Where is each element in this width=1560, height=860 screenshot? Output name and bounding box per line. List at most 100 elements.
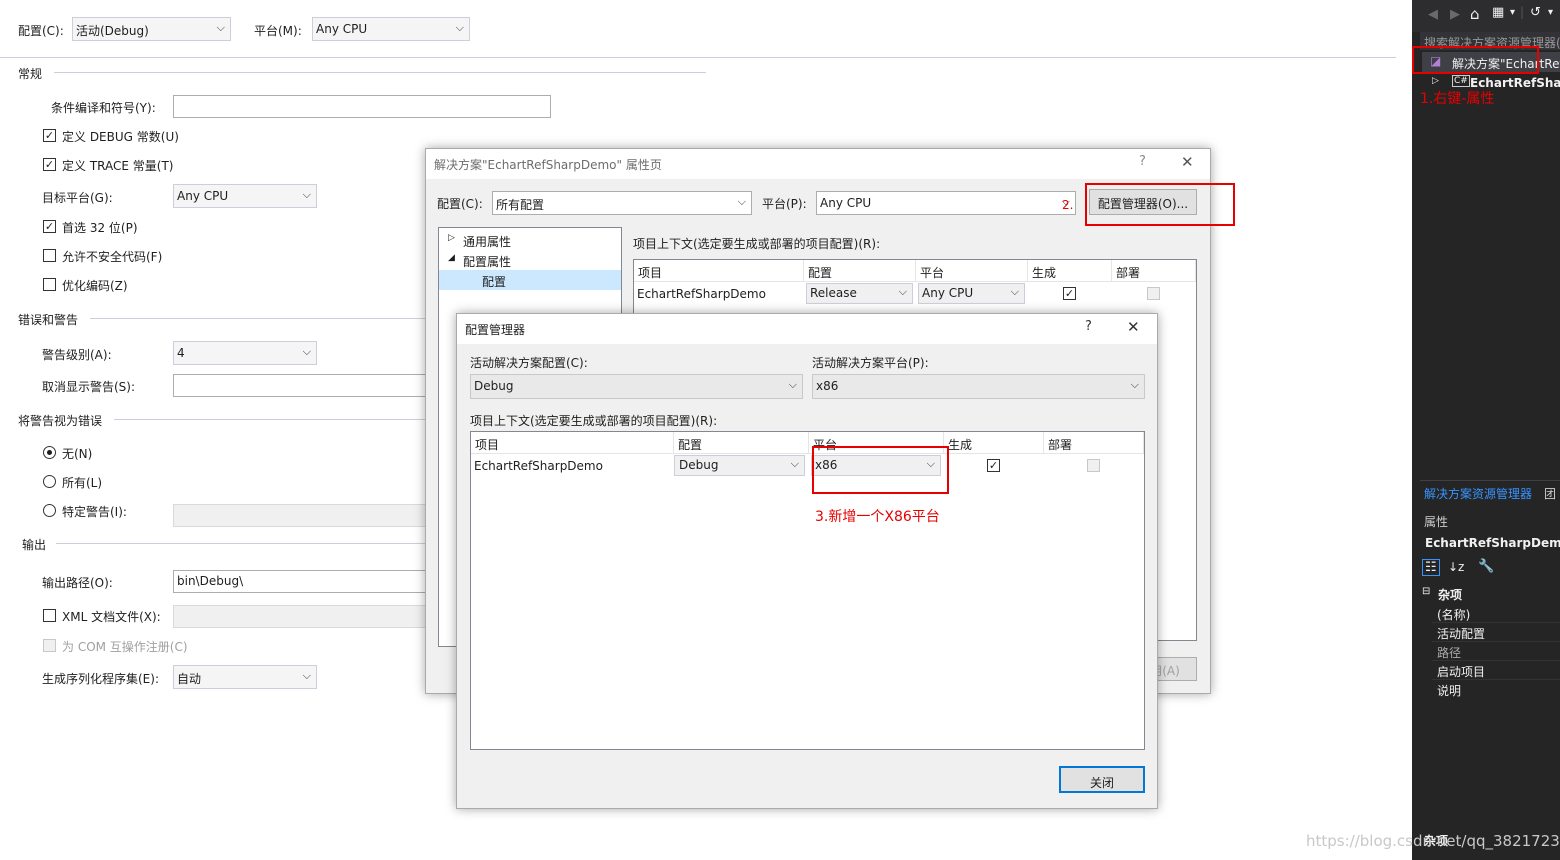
target-platform-combo[interactable]: Any CPU ⌵ (173, 184, 317, 208)
tree-item-common[interactable]: ▷ 通用属性 (439, 230, 621, 250)
com-interop-label: 为 COM 互操作注册(C) (62, 640, 188, 654)
cm-row-build-checkbox[interactable]: ✓ (987, 459, 1000, 472)
forward-icon[interactable]: ▶ (1450, 7, 1460, 22)
property-row[interactable]: 路径 (1432, 642, 1560, 661)
specific-warnings-input (173, 504, 433, 527)
section-output: 输出 (22, 538, 47, 552)
platform-combo[interactable]: Any CPU ⌵ (312, 17, 470, 41)
help-button[interactable]: ? (1139, 154, 1146, 169)
serialization-combo[interactable]: 自动 ⌵ (173, 665, 317, 689)
chevron-down-icon: ⌵ (1130, 378, 1139, 391)
back-icon[interactable]: ◀ (1428, 7, 1438, 22)
radio-none[interactable] (43, 446, 56, 459)
unsafe-code-checkbox[interactable] (43, 249, 56, 262)
properties-category: 杂项 (1438, 588, 1463, 602)
annotation-box-solution (1412, 46, 1539, 74)
define-debug-checkbox[interactable]: ✓ (43, 129, 56, 142)
radio-all[interactable] (43, 475, 56, 488)
col-header-config[interactable]: 配置 (804, 260, 916, 282)
history-icon[interactable]: ↺ (1530, 5, 1541, 20)
cm-row-config-value: Debug (679, 458, 719, 472)
property-row[interactable]: 活动配置 (1432, 623, 1560, 642)
cm-context-label: 项目上下文(选定要生成或部署的项目配置)(R): (470, 414, 718, 428)
active-config-combo[interactable]: Debug ⌵ (470, 374, 803, 399)
xml-doc-checkbox[interactable] (43, 609, 56, 622)
divider (0, 57, 1396, 58)
row-deploy-checkbox[interactable] (1147, 287, 1160, 300)
cm-col-build[interactable]: 生成 (944, 432, 1044, 454)
optimize-checkbox[interactable] (43, 278, 56, 291)
chevron-down-icon[interactable]: ▾ (1548, 7, 1553, 18)
alphabetical-icon[interactable]: ↓z (1448, 560, 1464, 574)
categorized-icon[interactable]: ☷ (1422, 559, 1440, 576)
property-name: 路径 (1437, 646, 1462, 660)
expand-arrow-icon: ▷ (448, 233, 455, 243)
expand-arrow-icon[interactable]: ▷ (1432, 76, 1439, 86)
chevron-down-icon: ⌵ (455, 21, 464, 34)
dialog-config-combo[interactable]: 所有配置 ⌵ (492, 191, 752, 215)
tree-item-config-props[interactable]: ◢ 配置属性 (439, 250, 621, 270)
row-platform-value: Any CPU (922, 286, 974, 300)
xml-doc-input (173, 605, 433, 628)
chevron-down-icon: ⌵ (302, 669, 311, 682)
cm-close-icon[interactable]: ✕ (1127, 318, 1140, 336)
chevron-down-icon[interactable]: ▾ (1510, 7, 1515, 18)
close-button[interactable]: ✕ (1181, 153, 1194, 171)
warning-level-combo[interactable]: 4 ⌵ (173, 341, 317, 365)
chevron-down-icon: ⌵ (302, 188, 311, 201)
cm-row-config-combo[interactable]: Debug ⌵ (674, 455, 805, 476)
radio-specific-label: 特定警告(I): (62, 505, 127, 519)
target-platform-label: 目标平台(G): (42, 191, 113, 205)
output-path-input[interactable]: bin\Debug\ (173, 570, 433, 593)
collapse-category-icon[interactable]: ⊟ (1422, 586, 1430, 597)
platform-combo-value: Any CPU (316, 22, 368, 36)
col-header-project[interactable]: 项目 (634, 260, 804, 282)
define-trace-checkbox[interactable]: ✓ (43, 158, 56, 171)
property-pages-icon[interactable]: 🔧 (1478, 559, 1494, 574)
divider (56, 543, 430, 544)
cm-col-project[interactable]: 项目 (471, 432, 674, 454)
chevron-down-icon: ⌵ (1010, 285, 1019, 298)
unsafe-code-label: 允许不安全代码(F) (62, 250, 163, 264)
col-header-build[interactable]: 生成 (1028, 260, 1112, 282)
dialog-platform-label: 平台(P): (762, 197, 807, 211)
property-row[interactable]: (名称) (1432, 604, 1560, 623)
cond-symbols-input[interactable] (173, 95, 551, 118)
active-config-value: Debug (474, 379, 514, 393)
row-config-combo[interactable]: Release ⌵ (806, 283, 913, 304)
active-platform-combo[interactable]: x86 ⌵ (812, 374, 1145, 399)
prefer32-checkbox[interactable]: ✓ (43, 220, 56, 233)
tab-team-explorer[interactable]: 团 (1544, 485, 1556, 502)
dialog-titlebar: 解决方案"EchartRefSharpDemo" 属性页 ? ✕ (426, 149, 1210, 179)
dialog-platform-combo[interactable]: Any CPU ⌵ (816, 191, 1076, 215)
cm-col-config[interactable]: 配置 (674, 432, 809, 454)
chevron-down-icon: ⌵ (898, 285, 907, 298)
section-general: 常规 (18, 67, 43, 81)
platform-label: 平台(M): (254, 24, 302, 38)
row-project-name: EchartRefSharpDemo (637, 287, 766, 301)
config-combo[interactable]: 活动(Debug) ⌵ (72, 17, 231, 41)
warning-level-label: 警告级别(A): (42, 348, 112, 362)
tree-item-common-label: 通用属性 (463, 235, 512, 249)
cm-col-deploy[interactable]: 部署 (1044, 432, 1144, 454)
tree-item-config[interactable]: 配置 (439, 270, 621, 290)
xml-doc-label: XML 文档文件(X): (62, 610, 161, 624)
home-icon[interactable]: ⌂ (1470, 5, 1480, 23)
chevron-down-icon: ⌵ (737, 195, 746, 208)
col-header-deploy[interactable]: 部署 (1112, 260, 1196, 282)
close-button[interactable]: 关闭 (1059, 766, 1145, 793)
row-platform-combo[interactable]: Any CPU ⌵ (918, 283, 1025, 304)
suppress-warnings-label: 取消显示警告(S): (42, 380, 136, 394)
cm-row-project-name: EchartRefSharpDemo (474, 459, 603, 473)
cm-row-deploy-checkbox[interactable] (1087, 459, 1100, 472)
property-row[interactable]: 说明 (1432, 680, 1560, 699)
tab-solution-explorer[interactable]: 解决方案资源管理器 (1424, 485, 1532, 502)
suppress-warnings-input[interactable] (173, 374, 433, 397)
radio-specific[interactable] (43, 504, 56, 517)
cm-help-button[interactable]: ? (1085, 319, 1092, 334)
col-header-platform[interactable]: 平台 (916, 260, 1028, 282)
property-row[interactable]: 启动项目 (1432, 661, 1560, 680)
divider (54, 72, 706, 73)
switch-view-icon[interactable]: ▦ (1492, 5, 1504, 20)
row-build-checkbox[interactable]: ✓ (1063, 287, 1076, 300)
